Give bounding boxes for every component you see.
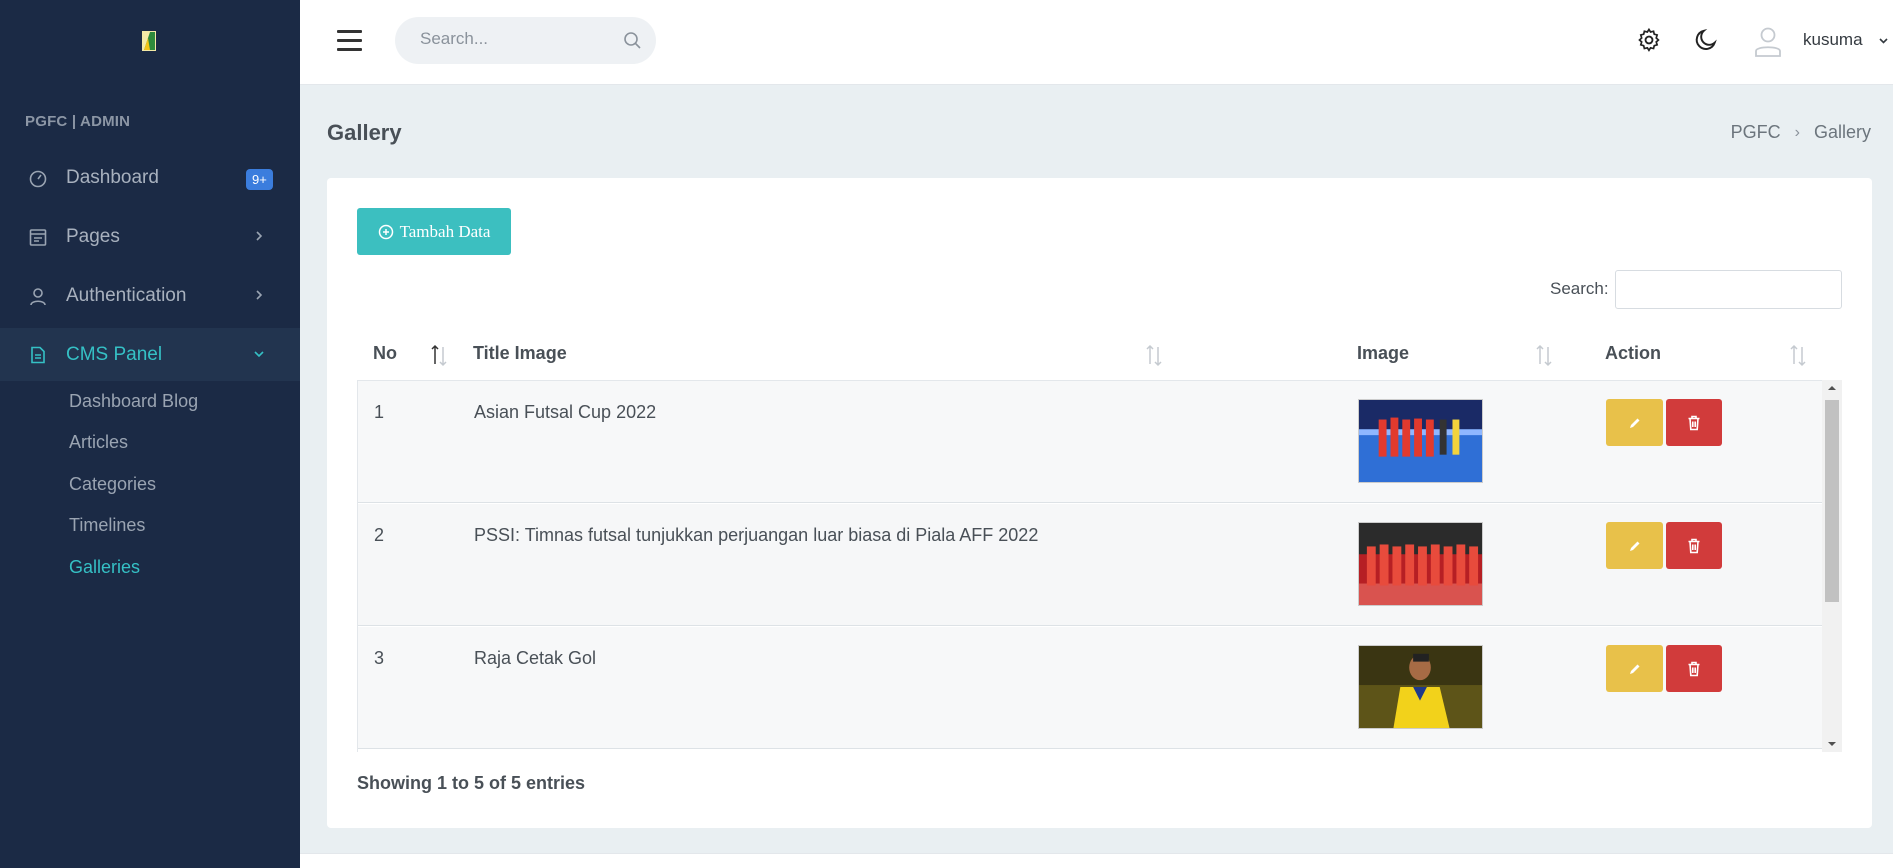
edit-button[interactable]	[1606, 399, 1663, 446]
scrollbar-thumb[interactable]	[1825, 400, 1839, 602]
sidebar-item-label: CMS Panel	[66, 343, 163, 365]
column-header-label: Image	[1357, 343, 1410, 363]
column-header-image[interactable]: Image	[1357, 328, 1567, 378]
scroll-up-arrow-icon[interactable]	[1822, 380, 1842, 396]
sidebar-item-label: Pages	[66, 225, 120, 247]
table-body: 1 Asian Futsal Cup 2022 2 PSSI: Timnas f…	[357, 380, 1822, 752]
gallery-card: Tambah Data Search: No Title Image Image…	[327, 178, 1872, 828]
scroll-down-arrow-icon[interactable]	[1822, 736, 1842, 752]
cell-title: PSSI: Timnas futsal tunjukkan perjuangan…	[474, 525, 1039, 545]
cell-no: 2	[374, 525, 385, 545]
sidebar-subitem-timelines[interactable]: Timelines	[69, 515, 145, 536]
breadcrumb-item-current: Gallery	[1813, 122, 1871, 142]
moon-icon[interactable]	[1693, 27, 1719, 53]
gallery-thumbnail[interactable]	[1358, 645, 1483, 729]
gallery-thumbnail[interactable]	[1358, 522, 1483, 606]
column-header-label: No	[373, 343, 397, 363]
cell-title: Asian Futsal Cup 2022	[474, 402, 657, 422]
sidebar-item-label: Dashboard	[66, 166, 159, 188]
delete-button[interactable]	[1666, 645, 1722, 692]
plus-circle-icon	[378, 224, 393, 239]
sidebar-item-dashboard[interactable]: Dashboard 9+	[0, 151, 300, 204]
sidebar: PGFC | ADMIN Dashboard 9+ Pages Authenti…	[0, 0, 300, 868]
column-header-action[interactable]: Action	[1605, 328, 1815, 378]
edit-button[interactable]	[1606, 645, 1663, 692]
cell-no: 1	[374, 402, 385, 422]
trash-icon	[1688, 661, 1700, 676]
delete-button[interactable]	[1666, 399, 1722, 446]
speedometer-icon	[29, 170, 47, 188]
sidebar-subitem-dashboard-blog[interactable]: Dashboard Blog	[69, 391, 198, 412]
breadcrumb-separator-icon: ›	[1794, 123, 1800, 141]
logo-icon[interactable]	[140, 28, 158, 54]
menu-toggle-button[interactable]	[337, 30, 362, 52]
file-text-icon	[31, 346, 45, 364]
cell-title: Raja Cetak Gol	[474, 648, 597, 668]
table-row: 2 PSSI: Timnas futsal tunjukkan perjuang…	[358, 504, 1822, 626]
user-icon	[30, 288, 46, 306]
column-header-no[interactable]: No	[373, 328, 453, 378]
table-header: No Title Image Image Action	[357, 328, 1842, 378]
user-name[interactable]: kusuma	[1803, 30, 1863, 50]
sort-icon	[1536, 344, 1552, 367]
pencil-icon	[1629, 664, 1639, 674]
sidebar-item-authentication[interactable]: Authentication	[0, 269, 300, 322]
column-header-label: Action	[1605, 343, 1661, 363]
pencil-icon	[1629, 418, 1639, 428]
trash-icon	[1688, 538, 1700, 553]
sidebar-subitem-articles[interactable]: Articles	[69, 432, 128, 453]
table-row: 1 Asian Futsal Cup 2022	[358, 381, 1822, 503]
table-row: 3 Raja Cetak Gol	[358, 627, 1822, 749]
sidebar-subitem-galleries[interactable]: Galleries	[69, 557, 140, 578]
footer	[300, 853, 1893, 868]
sort-icon	[1146, 344, 1162, 367]
sidebar-subitem-categories[interactable]: Categories	[69, 474, 156, 495]
add-data-button[interactable]: Tambah Data	[357, 208, 511, 255]
sidebar-brand: PGFC | ADMIN	[25, 113, 131, 130]
trash-icon	[1688, 415, 1700, 430]
sort-asc-icon	[431, 344, 447, 367]
add-data-label: Tambah Data	[399, 221, 491, 241]
table-search-input[interactable]	[1615, 270, 1842, 309]
column-header-title-image[interactable]: Title Image	[473, 328, 1173, 378]
search-icon[interactable]	[623, 31, 642, 50]
search-box	[395, 17, 656, 64]
page-title: Gallery	[327, 120, 402, 145]
edit-button[interactable]	[1606, 522, 1663, 569]
search-input[interactable]	[420, 29, 620, 49]
table-info: Showing 1 to 5 of 5 entries	[357, 773, 586, 793]
column-header-label: Title Image	[473, 343, 567, 363]
delete-button[interactable]	[1666, 522, 1722, 569]
gallery-thumbnail[interactable]	[1358, 399, 1483, 483]
table-scrollbar[interactable]	[1822, 380, 1842, 752]
chevron-down-icon[interactable]	[1878, 35, 1889, 46]
layout-icon	[29, 229, 47, 246]
sidebar-item-cms-panel[interactable]: CMS Panel	[0, 328, 300, 381]
chevron-down-icon	[254, 351, 264, 358]
chevron-right-icon	[256, 290, 263, 300]
gear-icon[interactable]	[1636, 27, 1662, 53]
topbar: kusuma	[300, 0, 1893, 85]
chevron-right-icon	[256, 231, 263, 241]
pencil-icon	[1629, 541, 1639, 551]
table-search-label: Search:	[1550, 279, 1609, 298]
avatar-icon[interactable]	[1753, 25, 1783, 57]
notification-badge: 9+	[246, 169, 273, 190]
breadcrumb-item-home[interactable]: PGFC	[1731, 122, 1781, 143]
sidebar-item-label: Authentication	[66, 284, 187, 306]
sort-icon	[1790, 344, 1806, 367]
cell-no: 3	[374, 648, 385, 668]
breadcrumb: PGFC › Gallery	[1731, 122, 1871, 143]
sidebar-item-pages[interactable]: Pages	[0, 210, 300, 263]
